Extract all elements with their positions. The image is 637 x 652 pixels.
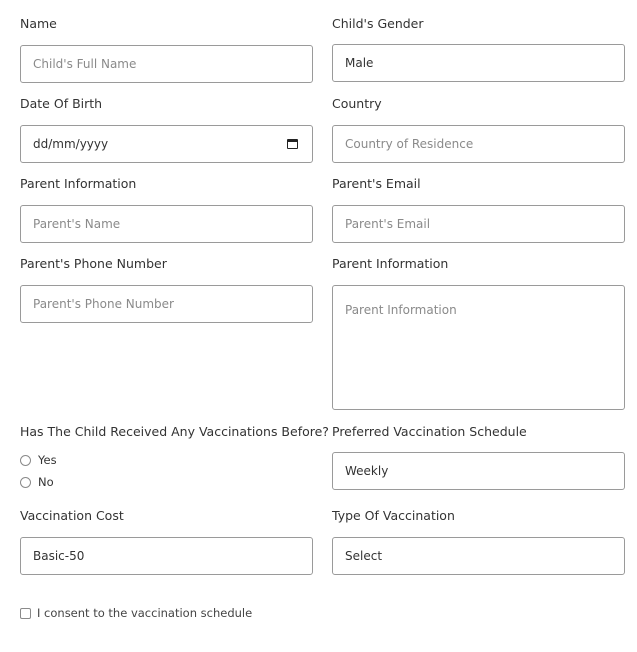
dob-label: Date Of Birth	[20, 96, 103, 111]
radio-yes-label: Yes	[38, 453, 57, 467]
dob-input[interactable]: dd/mm/yyyy	[20, 125, 313, 163]
parent-info-area-label: Parent Information	[332, 256, 449, 271]
cost-select[interactable]: Basic-50	[20, 537, 313, 575]
calendar-icon[interactable]	[287, 139, 298, 149]
child-name-input[interactable]	[20, 45, 313, 83]
country-input[interactable]	[332, 125, 625, 163]
radio-yes-circle[interactable]	[20, 454, 31, 466]
vaccination-type-label: Type Of Vaccination	[332, 508, 455, 523]
cost-label: Vaccination Cost	[20, 508, 124, 523]
consent-row[interactable]: I consent to the vaccination schedule	[20, 606, 252, 620]
radio-no[interactable]: No	[20, 475, 54, 489]
vaccination-form: Name Child's Gender Male Date Of Birth d…	[0, 0, 637, 652]
dob-value: dd/mm/yyyy	[33, 137, 109, 151]
parent-phone-label: Parent's Phone Number	[20, 256, 167, 271]
parent-email-input[interactable]	[332, 205, 625, 243]
gender-value: Male	[345, 56, 374, 70]
schedule-label: Preferred Vaccination Schedule	[332, 424, 527, 439]
schedule-value: Weekly	[345, 464, 389, 478]
parent-info-label: Parent Information	[20, 176, 137, 191]
radio-yes[interactable]: Yes	[20, 453, 57, 467]
vaccination-type-value: Select	[345, 549, 383, 563]
consent-label: I consent to the vaccination schedule	[37, 606, 253, 620]
consent-checkbox[interactable]	[20, 607, 31, 619]
schedule-select[interactable]: Weekly	[332, 452, 625, 490]
country-label: Country	[332, 96, 382, 111]
parent-phone-input[interactable]	[20, 285, 313, 323]
radio-no-circle[interactable]	[20, 476, 31, 488]
parent-email-label: Parent's Email	[332, 176, 421, 191]
parent-name-input[interactable]	[20, 205, 313, 243]
prior-vaccinations-label: Has The Child Received Any Vaccinations …	[20, 424, 329, 439]
gender-label: Child's Gender	[332, 16, 424, 31]
cost-value: Basic-50	[33, 549, 85, 563]
name-label: Name	[20, 16, 57, 31]
gender-select[interactable]: Male	[332, 44, 625, 82]
radio-no-label: No	[38, 475, 54, 489]
parent-info-textarea[interactable]	[332, 285, 625, 410]
vaccination-type-select[interactable]: Select	[332, 537, 625, 575]
